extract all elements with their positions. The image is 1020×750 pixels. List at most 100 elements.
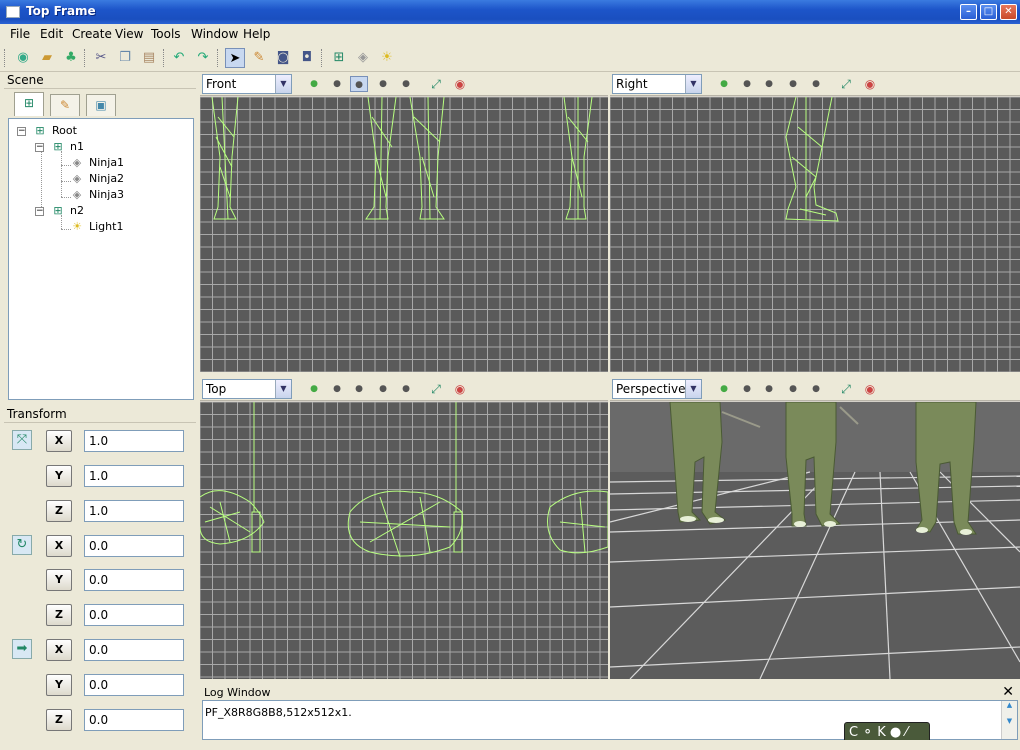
chevron-down-icon[interactable]: ▼ [685, 380, 701, 398]
tree-node-n1[interactable]: − ⊞ n1 [35, 139, 84, 155]
view-select[interactable]: Right ▼ [612, 74, 702, 94]
mode-dot-icon[interactable]: ● [738, 381, 756, 397]
maximize-view-icon[interactable]: ⤢ [836, 75, 856, 93]
mode-dot-icon[interactable]: ● [760, 381, 778, 397]
chevron-down-icon[interactable]: ▼ [275, 380, 291, 398]
viewport-canvas[interactable] [200, 402, 608, 679]
mode-dot-icon[interactable]: ● [350, 381, 368, 397]
save-icon[interactable]: ♣ [61, 48, 81, 68]
rotate-y-field[interactable]: 0.0 [84, 569, 184, 591]
menu-view[interactable]: View [115, 27, 143, 41]
mode-dot-icon[interactable]: ● [397, 381, 415, 397]
close-button[interactable]: ✕ [1000, 4, 1017, 20]
tree-node-ninja1[interactable]: ◈ Ninja1 [69, 155, 124, 171]
maximize-view-icon[interactable]: ⤢ [426, 75, 446, 93]
scale-y-field[interactable]: 1.0 [84, 465, 184, 487]
rotate-icon[interactable]: ↻ [12, 535, 32, 555]
eye-icon[interactable]: ◉ [860, 75, 880, 93]
mode-dot-icon[interactable]: ● [374, 381, 392, 397]
scale-z-field[interactable]: 1.0 [84, 500, 184, 522]
chevron-down-icon[interactable]: ▼ [275, 75, 291, 93]
mode-dot-icon[interactable]: ● [374, 76, 392, 92]
mode-dot-icon[interactable]: ● [305, 381, 323, 397]
menu-tools[interactable]: Tools [151, 27, 181, 41]
log-close-icon[interactable]: ✕ [1002, 684, 1014, 700]
view-select[interactable]: Front ▼ [202, 74, 292, 94]
scale-x-button[interactable]: X [46, 430, 72, 452]
viewport-front[interactable]: Front ▼ ● ● ● ● ● ⤢ ◉ [200, 72, 608, 372]
redo-icon[interactable]: ↷ [193, 48, 213, 68]
translate-y-button[interactable]: Y [46, 674, 72, 696]
scale-y-button[interactable]: Y [46, 465, 72, 487]
translate-x-button[interactable]: X [46, 639, 72, 661]
render-icon[interactable]: ◘ [297, 48, 317, 68]
translate-y-field[interactable]: 0.0 [84, 674, 184, 696]
translate-x-field[interactable]: 0.0 [84, 639, 184, 661]
hierarchy-icon[interactable]: ⊞ [329, 48, 349, 68]
mode-dot-icon[interactable]: ● [784, 381, 802, 397]
menu-file[interactable]: File [10, 27, 30, 41]
scene-tree[interactable]: − ⊞ Root − ⊞ n1 ◈ Ninja1 ◈ Ninja2 ◈ Ninja3 − ⊞ n2… [8, 118, 194, 400]
select-arrow-icon[interactable]: ➤ [225, 48, 245, 68]
mode-dot-icon[interactable]: ● [715, 381, 733, 397]
rotate-z-button[interactable]: Z [46, 604, 72, 626]
eye-icon[interactable]: ◉ [860, 380, 880, 398]
tree-node-light1[interactable]: ☀ Light1 [69, 219, 123, 235]
mode-dot-icon[interactable]: ● [784, 76, 802, 92]
edit-icon[interactable]: ✎ [249, 48, 269, 68]
tree-node-ninja2[interactable]: ◈ Ninja2 [69, 171, 124, 187]
eye-icon[interactable]: ◉ [450, 75, 470, 93]
rotate-y-button[interactable]: Y [46, 569, 72, 591]
view-select[interactable]: Top ▼ [202, 379, 292, 399]
mode-dot-icon[interactable]: ● [738, 76, 756, 92]
scale-x-field[interactable]: 1.0 [84, 430, 184, 452]
tree-node-root[interactable]: − ⊞ Root [17, 123, 77, 139]
rotate-x-button[interactable]: X [46, 535, 72, 557]
copy-icon[interactable]: ❐ [115, 48, 135, 68]
maximize-view-icon[interactable]: ⤢ [426, 380, 446, 398]
collapse-icon[interactable]: − [35, 142, 44, 152]
menu-edit[interactable]: Edit [40, 27, 63, 41]
view-select[interactable]: Perspective ▼ [612, 379, 702, 399]
log-scrollbar[interactable]: ▲ ▼ [1001, 701, 1017, 739]
camera-icon[interactable]: ◙ [273, 48, 293, 68]
light-bulb-icon[interactable]: ☀ [377, 48, 397, 68]
mode-dot-icon[interactable]: ● [397, 76, 415, 92]
tree-node-n2[interactable]: − ⊞ n2 [35, 203, 84, 219]
mode-dot-icon[interactable]: ● [807, 381, 825, 397]
tree-node-ninja3[interactable]: ◈ Ninja3 [69, 187, 124, 203]
maximize-view-icon[interactable]: ⤢ [836, 380, 856, 398]
undo-icon[interactable]: ↶ [169, 48, 189, 68]
mode-dot-icon[interactable]: ● [305, 76, 323, 92]
paste-icon[interactable]: ▤ [139, 48, 159, 68]
scale-z-button[interactable]: Z [46, 500, 72, 522]
menu-create[interactable]: Create [72, 27, 112, 41]
viewport-right[interactable]: Right ▼ ● ● ● ● ● ⤢ ◉ [610, 72, 1020, 372]
translate-arrow-icon[interactable]: ➡ [12, 639, 32, 659]
translate-z-field[interactable]: 0.0 [84, 709, 184, 731]
cut-icon[interactable]: ✂ [91, 48, 111, 68]
rotate-x-field[interactable]: 0.0 [84, 535, 184, 557]
chevron-down-icon[interactable]: ▼ [685, 75, 701, 93]
menu-help[interactable]: Help [243, 27, 270, 41]
collapse-icon[interactable]: − [35, 206, 44, 216]
mode-dot-icon[interactable]: ● [807, 76, 825, 92]
viewport-canvas[interactable] [200, 97, 608, 372]
mode-dot-icon[interactable]: ● [715, 76, 733, 92]
tab-hierarchy-icon[interactable]: ⊞ [14, 92, 44, 116]
mode-dot-icon[interactable]: ● [350, 76, 368, 92]
mode-dot-icon[interactable]: ● [328, 76, 346, 92]
scale-icon[interactable]: ⤧ [12, 430, 32, 450]
eye-icon[interactable]: ◉ [450, 380, 470, 398]
viewport-top[interactable]: Top ▼ ● ● ● ● ● ⤢ ◉ [200, 377, 608, 679]
maximize-button[interactable]: □ [980, 4, 997, 20]
menu-window[interactable]: Window [191, 27, 238, 41]
mode-dot-icon[interactable]: ● [328, 381, 346, 397]
viewport-canvas[interactable] [610, 97, 1020, 372]
open-icon[interactable]: ▰ [37, 48, 57, 68]
cube-icon[interactable]: ◈ [353, 48, 373, 68]
collapse-icon[interactable]: − [17, 126, 26, 136]
rotate-z-field[interactable]: 0.0 [84, 604, 184, 626]
mode-dot-icon[interactable]: ● [760, 76, 778, 92]
viewport-canvas[interactable] [610, 402, 1020, 679]
